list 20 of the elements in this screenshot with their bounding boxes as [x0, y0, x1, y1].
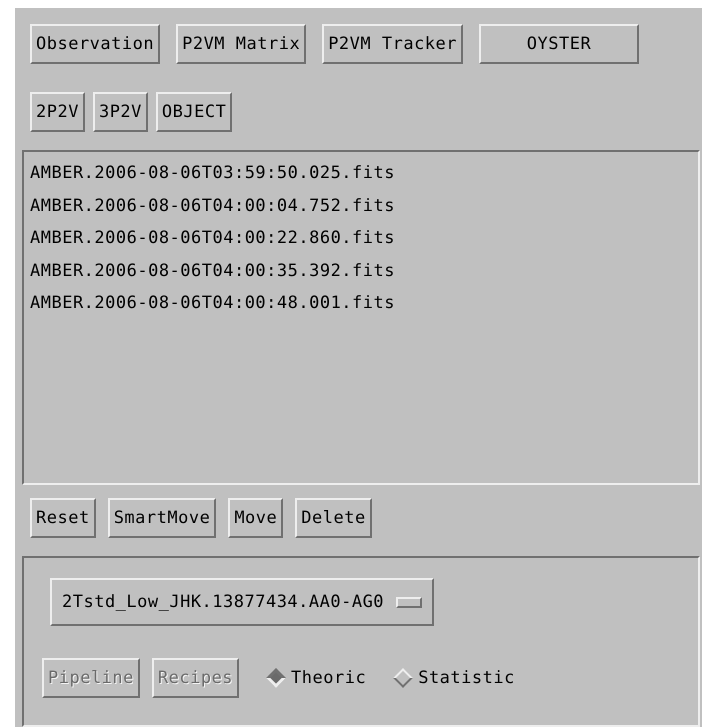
file-list-item[interactable]: AMBER.2006-08-06T04:00:35.392.fits: [30, 254, 692, 287]
action-button[interactable]: Move: [228, 498, 284, 538]
option-menu[interactable]: 2Tstd_Low_JHK.13877434.AA0-AG0: [50, 578, 434, 626]
toolbar-button[interactable]: 3P2V: [92, 92, 148, 132]
toolbar-button[interactable]: OYSTER: [479, 24, 640, 64]
file-list-item[interactable]: AMBER.2006-08-06T03:59:50.025.fits: [30, 157, 692, 190]
file-list-item[interactable]: AMBER.2006-08-06T04:00:22.860.fits: [30, 222, 692, 254]
toolbar-button[interactable]: P2VM Matrix: [176, 24, 306, 64]
file-list-item[interactable]: AMBER.2006-08-06T04:00:48.001.fits: [30, 287, 692, 320]
file-list-item[interactable]: AMBER.2006-08-06T04:00:04.752.fits: [30, 190, 692, 222]
action-button[interactable]: Delete: [295, 498, 372, 538]
radio-option[interactable]: Theoric: [269, 668, 366, 688]
radio-option[interactable]: Statistic: [396, 668, 515, 688]
action-button[interactable]: SmartMove: [108, 498, 216, 538]
toolbar-button[interactable]: 2P2V: [30, 92, 85, 132]
option-menu-indicator-icon: [396, 596, 422, 608]
toolbar-button[interactable]: Observation: [30, 24, 160, 64]
toolbar-button[interactable]: OBJECT: [156, 92, 232, 132]
action-button[interactable]: Reset: [30, 498, 96, 538]
toolbar-button[interactable]: P2VM Tracker: [322, 24, 464, 64]
